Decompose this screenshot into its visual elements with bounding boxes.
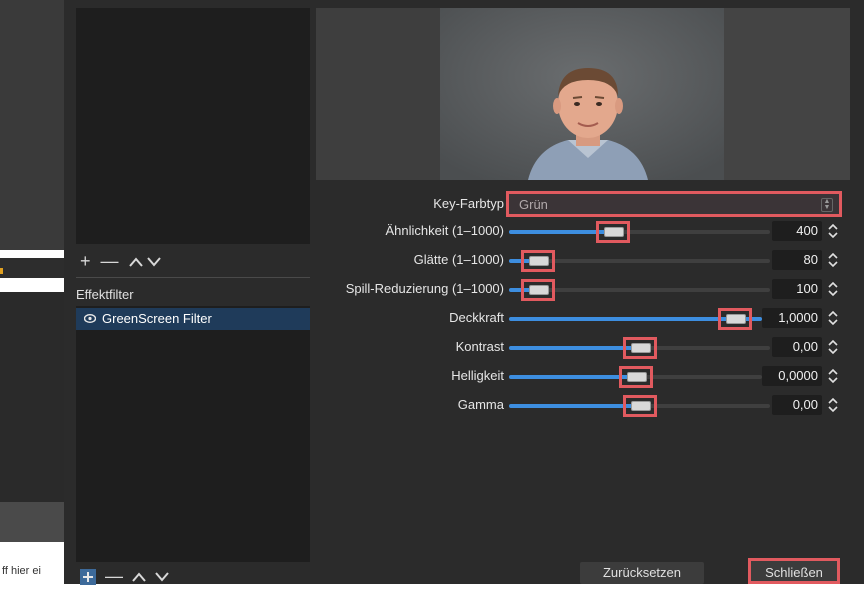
background-window <box>0 0 64 584</box>
background-panel <box>0 0 64 250</box>
sources-toolbar: + — <box>80 251 165 272</box>
divider <box>76 277 310 278</box>
slider-label: Helligkeit <box>451 368 504 383</box>
background-panel <box>0 258 64 278</box>
slider-label: Glätte (1–1000) <box>413 252 504 267</box>
value-spinbox[interactable]: 100 <box>772 279 822 299</box>
slider-track[interactable] <box>509 230 770 234</box>
slider-handle[interactable] <box>630 343 651 353</box>
spin-arrows-icon[interactable] <box>826 367 840 387</box>
dialog-edge <box>850 180 864 584</box>
add-filter-button[interactable] <box>80 569 96 586</box>
background-marker <box>0 268 3 274</box>
slider-handle[interactable] <box>529 256 549 266</box>
value-spinbox[interactable]: 0,00 <box>772 395 822 415</box>
value-spinbox[interactable]: 400 <box>772 221 822 241</box>
spin-arrows-icon[interactable] <box>826 251 840 271</box>
slider-fill <box>509 375 636 379</box>
key-color-type-label: Key-Farbtyp <box>433 196 504 211</box>
slider-handle[interactable] <box>529 285 549 295</box>
value-spinbox[interactable]: 0,00 <box>772 337 822 357</box>
close-button[interactable]: Schließen <box>748 558 840 584</box>
slider-label: Deckkraft <box>449 310 504 325</box>
slider-handle[interactable] <box>626 372 647 382</box>
spin-arrows-icon[interactable] <box>826 338 840 358</box>
spin-arrows-icon[interactable] <box>826 309 840 329</box>
background-panel <box>0 542 64 584</box>
webcam-preview-image <box>440 8 724 180</box>
add-button[interactable]: + <box>80 251 97 272</box>
effects-panel-title: Effektfilter <box>76 287 134 302</box>
chevron-up-icon <box>128 257 143 267</box>
spin-arrows-icon[interactable] <box>826 396 840 416</box>
slider-label: Ähnlichkeit (1–1000) <box>385 223 504 238</box>
spin-arrows-icon[interactable] <box>826 222 840 242</box>
remove-button[interactable]: — <box>101 251 125 272</box>
spin-arrows-icon[interactable] <box>826 280 840 300</box>
dropdown-arrows-icon: ▲ ▼ <box>821 198 833 212</box>
slider-handle[interactable] <box>726 314 746 324</box>
key-color-type-dropdown[interactable]: Grün ▲ ▼ <box>506 191 842 217</box>
background-panel <box>0 292 64 502</box>
reset-button[interactable]: Zurücksetzen <box>580 562 704 584</box>
effects-item-label: GreenScreen Filter <box>102 311 212 326</box>
slider-label: Gamma <box>457 397 504 412</box>
chevron-down-icon <box>146 257 161 267</box>
slider-fill <box>509 346 640 350</box>
slider-label: Kontrast <box>455 339 504 354</box>
value-spinbox[interactable]: 1,0000 <box>762 308 822 328</box>
move-down-button[interactable] <box>146 251 161 272</box>
effects-list-item[interactable]: GreenScreen Filter <box>76 308 310 330</box>
sources-list[interactable] <box>76 8 310 244</box>
slider-handle[interactable] <box>604 227 625 237</box>
chevron-down-icon <box>155 572 169 582</box>
slider-label: Spill-Reduzierung (1–1000) <box>345 281 504 296</box>
background-truncated-text: ff hier ei <box>2 565 41 577</box>
chevron-up-icon <box>132 572 146 582</box>
value-spinbox[interactable]: 80 <box>772 250 822 270</box>
slider-fill <box>509 404 640 408</box>
key-color-type-value: Grün <box>519 197 548 212</box>
move-up-button[interactable] <box>128 251 143 272</box>
preview-area-right <box>724 8 850 180</box>
value-spinbox[interactable]: 0,0000 <box>762 366 822 386</box>
background-panel <box>0 502 64 542</box>
slider-handle[interactable] <box>630 401 651 411</box>
eye-icon[interactable] <box>83 312 97 326</box>
effects-list <box>76 306 310 562</box>
